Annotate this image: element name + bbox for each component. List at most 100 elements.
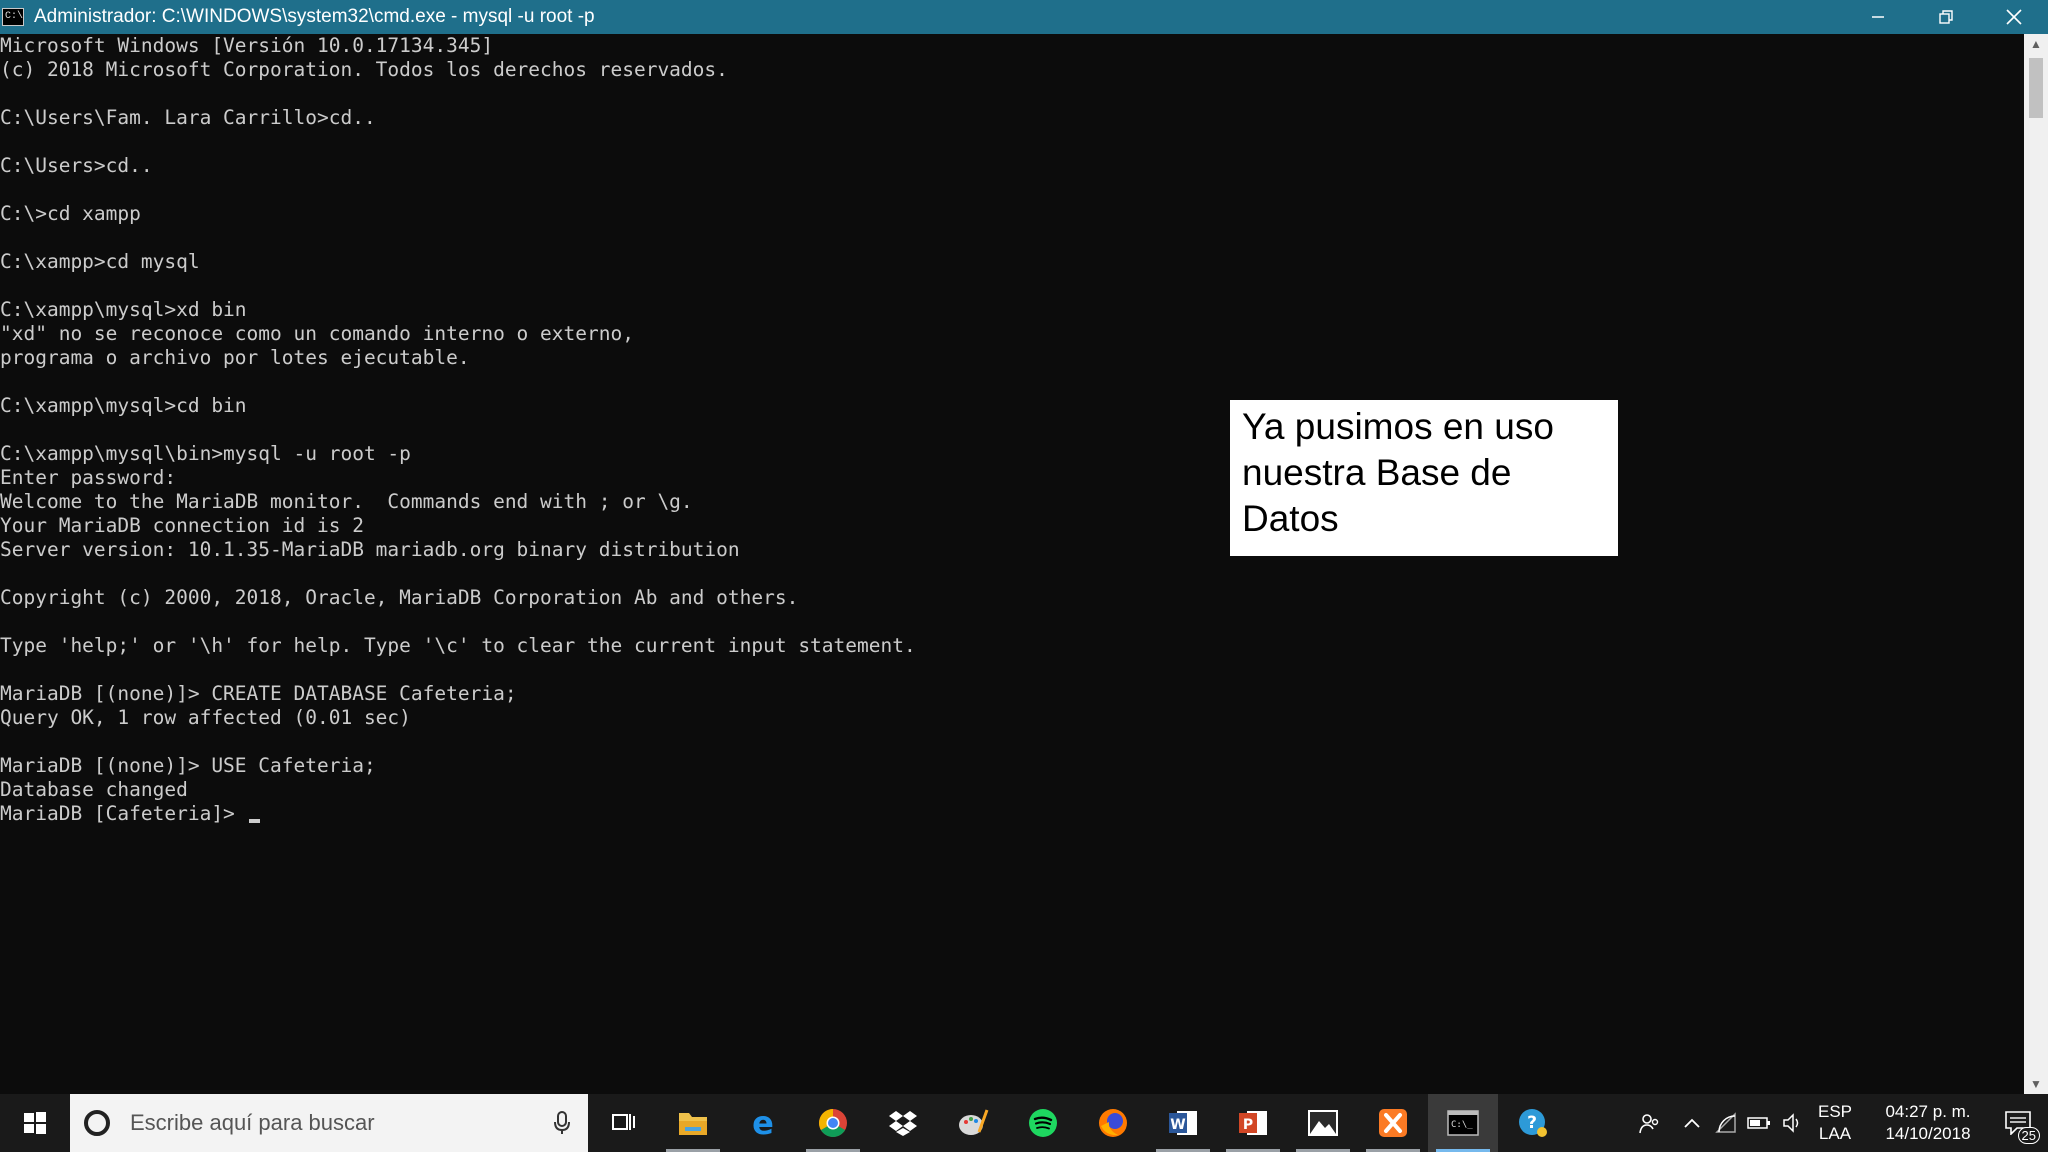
battery-button[interactable] bbox=[1742, 1094, 1776, 1152]
input-language-indicator[interactable]: ESP LAA bbox=[1810, 1101, 1860, 1145]
minimize-button[interactable] bbox=[1844, 0, 1912, 34]
console-line: Database changed bbox=[0, 778, 188, 801]
chevron-up-icon bbox=[1684, 1118, 1700, 1128]
taskbar-app-help[interactable]: ? bbox=[1498, 1094, 1568, 1152]
scrollbar-thumb[interactable] bbox=[2029, 58, 2043, 118]
clock-time: 04:27 p. m. bbox=[1885, 1102, 1971, 1121]
close-button[interactable] bbox=[1980, 0, 2048, 34]
annotation-line: Ya pusimos en uso bbox=[1242, 406, 1554, 447]
word-icon: W bbox=[1169, 1111, 1197, 1135]
people-button[interactable] bbox=[1626, 1094, 1674, 1152]
taskbar-app-xampp[interactable] bbox=[1358, 1094, 1428, 1152]
svg-text:e: e bbox=[752, 1108, 774, 1138]
console-prompt-line[interactable]: MariaDB [Cafeteria]> bbox=[0, 802, 2024, 826]
search-placeholder: Escribe aquí para buscar bbox=[130, 1110, 375, 1135]
system-tray: ESP LAA 04:27 p. m. 14/10/2018 25 bbox=[1626, 1094, 2048, 1152]
console-line: C:\xampp\mysql>cd bin bbox=[0, 394, 247, 417]
restore-icon bbox=[1939, 10, 1953, 24]
taskbar-app-photos[interactable] bbox=[1288, 1094, 1358, 1152]
clock-date: 14/10/2018 bbox=[1885, 1124, 1971, 1143]
taskbar-app-chrome[interactable] bbox=[798, 1094, 868, 1152]
chrome-icon bbox=[819, 1109, 847, 1137]
scroll-down-arrow-icon[interactable]: ▼ bbox=[2024, 1074, 2048, 1094]
console-line: C:\Users>cd.. bbox=[0, 154, 153, 177]
console-line: C:\xampp>cd mysql bbox=[0, 250, 200, 273]
window-title-bar[interactable]: C:\ Administrador: C:\WINDOWS\system32\c… bbox=[0, 0, 2048, 34]
taskbar-app-paint[interactable] bbox=[938, 1094, 1008, 1152]
cortana-icon[interactable] bbox=[84, 1110, 110, 1136]
start-button[interactable] bbox=[0, 1094, 70, 1152]
close-icon bbox=[2006, 9, 2022, 25]
taskbar-app-cmd[interactable]: C:\_ bbox=[1428, 1094, 1498, 1152]
svg-text:C:\_: C:\_ bbox=[1451, 1120, 1473, 1130]
console-line: Welcome to the MariaDB monitor. Commands… bbox=[0, 490, 693, 513]
dropbox-icon bbox=[889, 1111, 917, 1136]
console-line: C:\Users\Fam. Lara Carrillo>cd.. bbox=[0, 106, 376, 129]
window-title: Administrador: C:\WINDOWS\system32\cmd.e… bbox=[34, 6, 595, 27]
action-center-button[interactable]: 25 bbox=[1988, 1094, 2048, 1152]
task-view-button[interactable] bbox=[588, 1094, 658, 1152]
console-line: Copyright (c) 2000, 2018, Oracle, MariaD… bbox=[0, 586, 799, 609]
help-icon: ? bbox=[1519, 1109, 1547, 1137]
volume-button[interactable] bbox=[1776, 1094, 1810, 1152]
console-line: C:\xampp\mysql>xd bin bbox=[0, 298, 247, 321]
taskbar-app-firefox[interactable] bbox=[1078, 1094, 1148, 1152]
minimize-icon bbox=[1872, 16, 1884, 18]
console-line: Your MariaDB connection id is 2 bbox=[0, 514, 364, 537]
scroll-up-arrow-icon[interactable]: ▲ bbox=[2024, 34, 2048, 54]
console-line: Server version: 10.1.35-MariaDB mariadb.… bbox=[0, 538, 740, 561]
taskbar-app-spotify[interactable] bbox=[1008, 1094, 1078, 1152]
taskbar-search-box[interactable]: Escribe aquí para buscar bbox=[70, 1094, 588, 1152]
taskbar-app-powerpoint[interactable]: P bbox=[1218, 1094, 1288, 1152]
annotation-line: nuestra Base de bbox=[1242, 452, 1512, 493]
console-output[interactable]: Microsoft Windows [Versión 10.0.17134.34… bbox=[0, 34, 2024, 1094]
console-line: "xd" no se reconoce como un comando inte… bbox=[0, 322, 634, 345]
keyboard-layout: LAA bbox=[1818, 1124, 1852, 1143]
console-line: (c) 2018 Microsoft Corporation. Todos lo… bbox=[0, 58, 728, 81]
edge-icon: e bbox=[752, 1108, 774, 1138]
people-icon bbox=[1639, 1114, 1659, 1134]
taskbar-app-dropbox[interactable] bbox=[868, 1094, 938, 1152]
clock[interactable]: 04:27 p. m. 14/10/2018 bbox=[1868, 1101, 1988, 1145]
console-line: Query OK, 1 row affected (0.01 sec) bbox=[0, 706, 411, 729]
taskbar-app-word[interactable]: W bbox=[1148, 1094, 1218, 1152]
console-line: MariaDB [(none)]> CREATE DATABASE Cafete… bbox=[0, 682, 517, 705]
microphone-icon[interactable] bbox=[554, 1111, 570, 1135]
console-line: C:\xampp\mysql\bin>mysql -u root -p bbox=[0, 442, 411, 465]
console-line: programa o archivo por lotes ejecutable. bbox=[0, 346, 470, 369]
network-button[interactable] bbox=[1710, 1094, 1742, 1152]
restore-button[interactable] bbox=[1912, 0, 1980, 34]
vertical-scrollbar[interactable]: ▲ ▼ bbox=[2024, 34, 2048, 1094]
svg-text:?: ? bbox=[1527, 1113, 1537, 1133]
taskbar-app-file-explorer[interactable] bbox=[658, 1094, 728, 1152]
task-view-icon bbox=[612, 1114, 635, 1130]
powerpoint-icon: P bbox=[1239, 1111, 1267, 1135]
file-explorer-icon bbox=[679, 1113, 707, 1135]
speaker-icon bbox=[1783, 1113, 1799, 1133]
windows-logo-icon bbox=[24, 1112, 46, 1134]
spotify-icon bbox=[1029, 1109, 1057, 1137]
console-line: MariaDB [(none)]> USE Cafeteria; bbox=[0, 754, 376, 777]
battery-icon bbox=[1747, 1117, 1770, 1129]
photos-icon bbox=[1308, 1110, 1338, 1136]
xampp-icon bbox=[1379, 1109, 1407, 1137]
console-prompt: MariaDB [Cafeteria]> bbox=[0, 802, 247, 825]
text-cursor bbox=[248, 819, 260, 823]
cmd-window-icon[interactable]: C:\ bbox=[2, 8, 24, 26]
annotation-line: Datos bbox=[1242, 498, 1339, 539]
show-hidden-icons-button[interactable] bbox=[1674, 1094, 1710, 1152]
taskbar-app-edge[interactable]: e bbox=[728, 1094, 798, 1152]
console-line: Enter password: bbox=[0, 466, 177, 489]
firefox-icon bbox=[1099, 1109, 1127, 1137]
console-line: Microsoft Windows [Versión 10.0.17134.34… bbox=[0, 34, 494, 57]
